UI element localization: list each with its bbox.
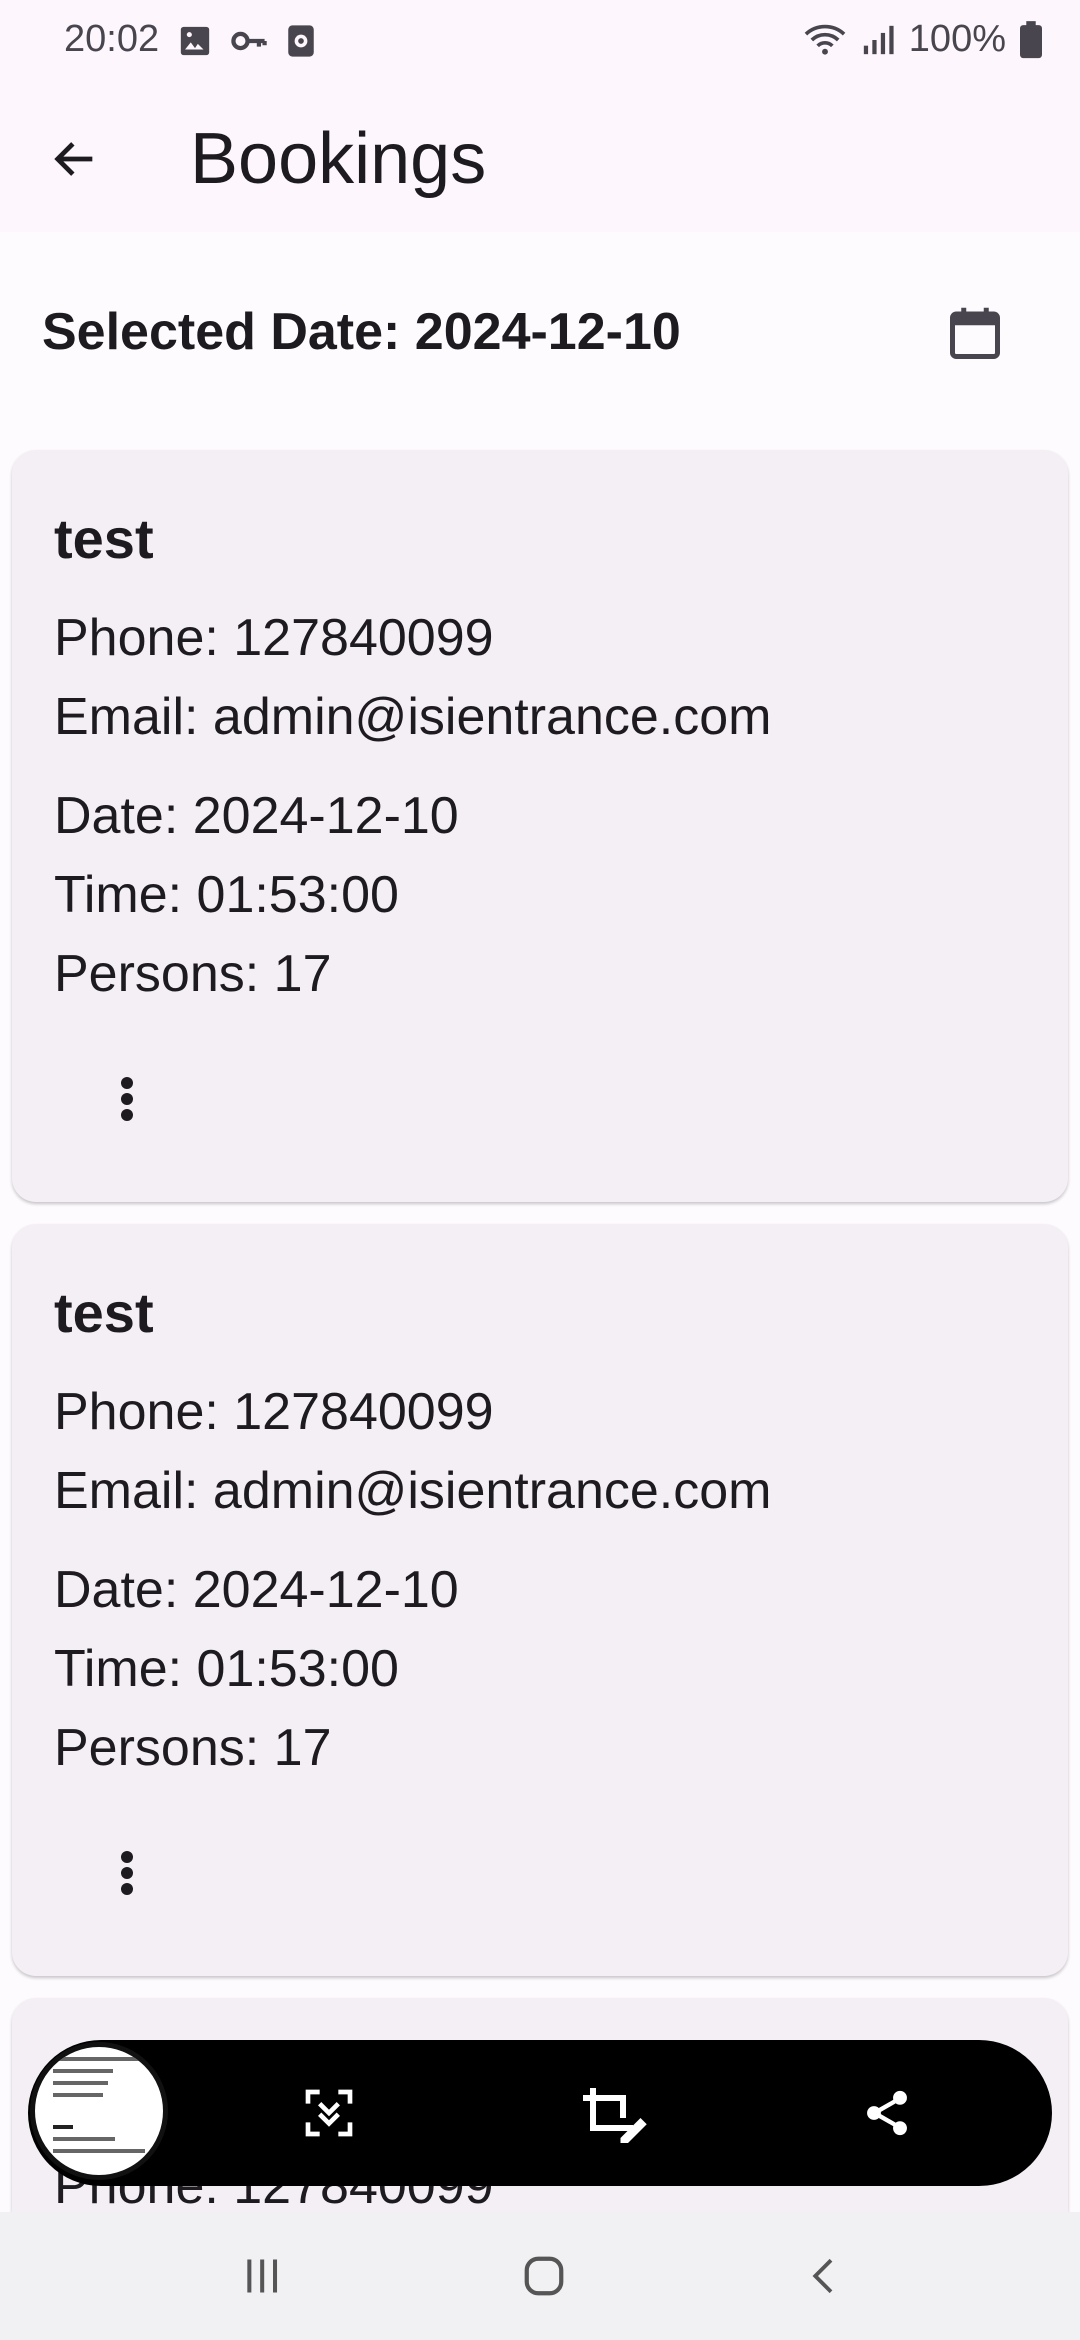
back-nav-icon [803,2253,845,2299]
booking-time: Time: 01:53:00 [54,1640,399,1698]
booking-name: test [54,507,154,570]
navigation-bar [0,2212,1080,2340]
booking-phone: Phone: 127840099 [54,609,494,667]
calendar-icon [945,303,1005,365]
more-options-button[interactable] [82,1054,172,1144]
more-options-button[interactable] [82,1828,172,1918]
screenshot-toolbar [28,2040,1052,2186]
booking-email: Email: admin@isientrance.com [54,1462,772,1520]
booking-date: Date: 2024-12-10 [54,787,459,845]
booking-card[interactable]: test Phone: 127840099 Email: admin@isien… [12,450,1068,1202]
scroll-capture-button[interactable] [286,2070,372,2156]
booking-name: test [54,1281,154,1344]
recent-apps-icon [240,2254,284,2298]
share-button[interactable] [844,2070,930,2156]
booking-card[interactable]: test Phone: 127840099 Email: admin@isien… [12,1224,1068,1976]
share-icon [861,2085,913,2141]
selected-date-label: Selected Date: 2024-12-10 [42,303,681,361]
booking-persons: Persons: 17 [54,945,332,1003]
wifi-icon [803,22,847,58]
status-bar: 20:02 100% [0,0,1080,84]
image-icon [178,24,212,58]
back-button[interactable] [40,124,110,194]
battery-percent: 100% [908,18,1006,60]
crop-edit-button[interactable] [570,2070,656,2156]
booking-email: Email: admin@isientrance.com [54,688,772,746]
arrow-left-icon [49,133,101,185]
booking-time: Time: 01:53:00 [54,866,399,924]
more-vert-icon [119,1075,135,1123]
app-bar: Bookings [0,84,1080,232]
screenshot-thumbnail[interactable] [30,2042,168,2180]
crop-edit-icon [578,2083,648,2143]
calendar-button[interactable] [935,294,1015,374]
battery-icon [1020,20,1042,59]
signal-icon [861,22,895,58]
home-button[interactable] [494,2236,594,2316]
recent-apps-button[interactable] [212,2236,312,2316]
screen-record-icon [286,24,316,58]
key-icon [230,24,268,58]
bookings-content[interactable]: Selected Date: 2024-12-10 test Phone: 12… [0,232,1080,2212]
back-nav-button[interactable] [774,2236,874,2316]
page-title: Bookings [190,119,487,199]
home-icon [521,2253,567,2299]
more-vert-icon [119,1849,135,1897]
booking-date: Date: 2024-12-10 [54,1561,459,1619]
status-time: 20:02 [64,18,160,60]
booking-persons: Persons: 17 [54,1719,332,1777]
booking-phone: Phone: 127840099 [54,1383,494,1441]
scroll-capture-icon [301,2085,357,2141]
